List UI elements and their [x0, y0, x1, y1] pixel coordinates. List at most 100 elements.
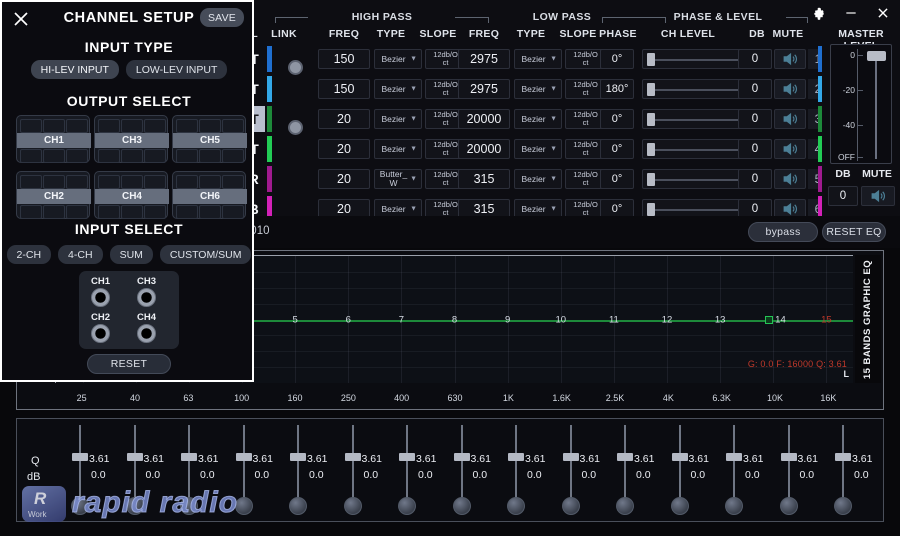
eq-band-q-knob[interactable]: [343, 497, 362, 515]
master-fader-box[interactable]: 0 -20 -40 OFF: [830, 44, 892, 164]
chevron-down-icon[interactable]: ▼: [410, 205, 417, 212]
ch-level-knob[interactable]: [647, 53, 655, 66]
chevron-down-icon[interactable]: ▼: [410, 55, 417, 62]
eq-node-label[interactable]: 8: [452, 314, 457, 325]
eq-band-fader-knob[interactable]: [617, 453, 633, 461]
hp-freq-input[interactable]: 150: [318, 79, 370, 99]
input-select-2ch[interactable]: 2-CH: [6, 245, 52, 264]
lp-type-select[interactable]: Bezier ▼: [514, 109, 562, 129]
chevron-down-icon[interactable]: ▼: [410, 175, 417, 182]
hp-freq-input[interactable]: 20: [318, 169, 370, 189]
ch-mute-button[interactable]: [774, 79, 806, 99]
ch-db-value[interactable]: 0: [738, 79, 772, 99]
eq-band-fader-knob[interactable]: [780, 453, 797, 461]
eq-band-fader-knob[interactable]: [508, 453, 524, 461]
jack-ch1[interactable]: [91, 288, 110, 307]
input-select-4ch[interactable]: 4-CH: [58, 245, 103, 264]
chevron-down-icon[interactable]: ▼: [410, 85, 417, 92]
eq-node-selected[interactable]: [764, 315, 773, 324]
eq-node-label[interactable]: 6: [346, 314, 351, 325]
phase-value[interactable]: 180°: [600, 79, 634, 99]
chevron-down-icon[interactable]: ▼: [550, 175, 557, 182]
phase-value[interactable]: 0°: [600, 49, 634, 69]
chevron-down-icon[interactable]: ▼: [410, 115, 417, 122]
lp-freq-input[interactable]: 20000: [458, 139, 510, 159]
eq-node-label[interactable]: 12: [662, 314, 673, 325]
input-select-custom-sum[interactable]: CUSTOM/SUM: [159, 245, 252, 264]
lp-type-select[interactable]: Bezier ▼: [514, 139, 562, 159]
input-select-sum[interactable]: SUM: [109, 245, 153, 264]
eq-band-q-knob[interactable]: [507, 497, 525, 515]
output-chip-ch1[interactable]: CH1: [16, 115, 91, 163]
eq-band-fader-knob[interactable]: [562, 453, 579, 461]
hp-type-select[interactable]: Bezier ▼: [374, 79, 422, 99]
eq-node-label[interactable]: 14: [775, 314, 786, 325]
eq-node-label[interactable]: 13: [715, 314, 726, 325]
close-icon[interactable]: [874, 4, 892, 22]
eq-band-fader-knob[interactable]: [72, 453, 88, 461]
eq-band-fader-knob[interactable]: [181, 453, 197, 461]
eq-node-label[interactable]: 9: [505, 314, 510, 325]
ch-db-value[interactable]: 0: [738, 169, 772, 189]
eq-node-label[interactable]: 10: [555, 314, 566, 325]
output-chip-ch6[interactable]: CH6: [172, 171, 247, 219]
eq-band-fader-knob[interactable]: [344, 453, 361, 461]
link-handle-front[interactable]: [288, 60, 303, 75]
ch-level-knob[interactable]: [647, 143, 655, 156]
ch-db-value[interactable]: 0: [738, 139, 772, 159]
minimize-icon[interactable]: [842, 4, 860, 22]
chevron-down-icon[interactable]: ▼: [550, 205, 557, 212]
lp-freq-input[interactable]: 2975: [458, 49, 510, 69]
lp-type-select[interactable]: Bezier ▼: [514, 169, 562, 189]
reset-eq-button[interactable]: RESET EQ: [822, 222, 886, 242]
chevron-down-icon[interactable]: ▼: [550, 85, 557, 92]
output-chip-ch4[interactable]: CH4: [94, 171, 169, 219]
eq-band-q-knob[interactable]: [725, 497, 743, 515]
eq-band-q-knob[interactable]: [452, 497, 471, 515]
eq-node-label[interactable]: 7: [399, 314, 404, 325]
hp-type-select[interactable]: Bezier ▼: [374, 109, 422, 129]
output-chip-ch5[interactable]: CH5: [172, 115, 247, 163]
eq-band-q-knob[interactable]: [71, 497, 89, 515]
lp-type-select[interactable]: Bezier ▼: [514, 49, 562, 69]
link-handle-rear[interactable]: [288, 120, 303, 135]
eq-band-q-knob[interactable]: [670, 497, 689, 515]
hp-type-select[interactable]: Butter_ W ▼: [374, 169, 422, 189]
eq-node-label[interactable]: 15: [821, 314, 832, 325]
ch-level-knob[interactable]: [647, 113, 655, 126]
hp-freq-input[interactable]: 20: [318, 109, 370, 129]
eq-band-q-knob[interactable]: [234, 497, 253, 515]
chevron-down-icon[interactable]: ▼: [550, 115, 557, 122]
lp-type-select[interactable]: Bezier ▼: [514, 79, 562, 99]
ch-level-knob[interactable]: [647, 173, 655, 186]
ch-db-value[interactable]: 0: [738, 49, 772, 69]
master-db-value[interactable]: 0: [828, 186, 858, 206]
eq-band-fader-knob[interactable]: [835, 453, 851, 461]
jack-ch2[interactable]: [91, 324, 110, 343]
ch-mute-button[interactable]: [774, 49, 806, 69]
phase-value[interactable]: 0°: [600, 139, 634, 159]
eq-band-q-knob[interactable]: [398, 497, 416, 515]
eq-band-fader-knob[interactable]: [671, 453, 688, 461]
phase-value[interactable]: 0°: [600, 109, 634, 129]
eq-band-q-knob[interactable]: [289, 497, 307, 515]
master-fader-knob[interactable]: [867, 51, 886, 61]
eq-band-fader-knob[interactable]: [726, 453, 742, 461]
ch-db-value[interactable]: 0: [738, 109, 772, 129]
eq-band-fader-knob[interactable]: [290, 453, 306, 461]
lp-freq-input[interactable]: 20000: [458, 109, 510, 129]
eq-band-q-knob[interactable]: [616, 497, 634, 515]
lp-freq-input[interactable]: 2975: [458, 79, 510, 99]
jack-ch4[interactable]: [137, 324, 156, 343]
ch-level-knob[interactable]: [647, 203, 655, 216]
dialog-save-button[interactable]: SAVE: [200, 8, 244, 27]
eq-node-label[interactable]: 11: [609, 314, 619, 325]
eq-band-q-knob[interactable]: [125, 497, 144, 515]
eq-band-q-knob[interactable]: [180, 497, 198, 515]
eq-band-fader-knob[interactable]: [126, 453, 143, 461]
eq-band-q-knob[interactable]: [834, 497, 852, 515]
eq-band-fader-knob[interactable]: [399, 453, 415, 461]
eq-band-fader-knob[interactable]: [453, 453, 470, 461]
bypass-button[interactable]: bypass: [748, 222, 818, 242]
output-chip-ch2[interactable]: CH2: [16, 171, 91, 219]
